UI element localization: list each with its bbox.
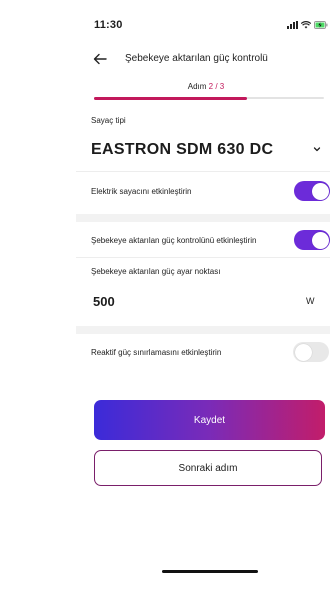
header-bar: Şebekeye aktarılan güç kontrolü (76, 48, 330, 72)
battery-charging-icon (314, 21, 328, 29)
setpoint-value: 500 (93, 294, 115, 309)
page-title: Şebekeye aktarılan güç kontrolü (125, 53, 268, 64)
section-divider (76, 214, 330, 222)
meter-type-value: EASTRON SDM 630 DC (91, 141, 274, 158)
reactive-power-toggle[interactable] (293, 342, 329, 362)
home-indicator (162, 570, 258, 573)
status-icons (287, 21, 328, 29)
meter-type-select[interactable]: EASTRON SDM 630 DC (76, 128, 330, 170)
reactive-power-label: Reaktif güç sınırlamasını etkinleştirin (91, 348, 222, 357)
wifi-icon (301, 21, 311, 29)
next-step-button[interactable]: Sonraki adım (94, 450, 322, 486)
signal-icon (287, 21, 298, 29)
chevron-down-icon (313, 147, 321, 152)
step-prefix: Adım (187, 82, 207, 91)
toggle-knob (294, 343, 312, 361)
save-button[interactable]: Kaydet (94, 400, 325, 440)
app-screen: 11:30 Şebekeye aktarılan güç kontrolü Ad… (76, 0, 330, 592)
status-bar: 11:30 (76, 0, 330, 36)
setpoint-label: Şebekeye aktarılan güç ayar noktası (91, 267, 221, 276)
toggle-knob (311, 231, 329, 249)
divider (76, 257, 330, 258)
arrow-left-icon[interactable] (92, 51, 108, 67)
step-progress-bar (94, 96, 324, 100)
section-divider (76, 326, 330, 334)
status-time: 11:30 (94, 19, 123, 31)
meter-type-label: Sayaç tipi (91, 116, 126, 125)
grid-control-label: Şebekeye aktarılan güç kontrolünü etkinl… (91, 236, 257, 245)
toggle-knob (311, 182, 329, 200)
step-current: 2 / 3 (208, 82, 225, 91)
meter-enable-toggle[interactable] (294, 181, 330, 201)
grid-control-toggle[interactable] (294, 230, 330, 250)
step-indicator: Adım 2 / 3 (76, 82, 330, 91)
step-progress-fill (94, 96, 248, 100)
divider (76, 171, 330, 172)
meter-enable-label: Elektrik sayacını etkinleştirin (91, 187, 192, 196)
setpoint-unit: W (306, 296, 315, 306)
setpoint-input[interactable]: 500 W (76, 282, 330, 322)
